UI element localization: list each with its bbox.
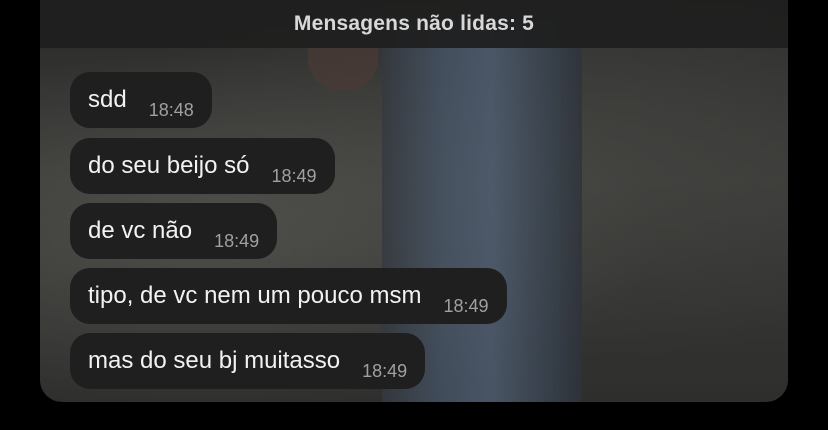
message-text: tipo, de vc nem um pouco msm (88, 282, 422, 309)
unread-messages-label: Mensagens não lidas: 5 (293, 12, 535, 35)
message-time: 18:48 (148, 99, 194, 120)
message-text: de vc não (88, 217, 193, 244)
message-bubble[interactable]: de vc não 18:49 (70, 203, 278, 259)
message-time: 18:49 (214, 230, 260, 251)
message-bubble[interactable]: tipo, de vc nem um pouco msm 18:49 (70, 268, 507, 324)
message-time: 18:49 (443, 295, 489, 316)
message-time: 18:49 (271, 165, 317, 186)
message-time: 18:49 (362, 360, 408, 381)
message-text: mas do seu bj muitasso (88, 347, 341, 374)
chat-panel[interactable]: Mensagens não lidas: 5 sdd 18:48 do seu … (40, 0, 788, 402)
message-bubble[interactable]: mas do seu bj muitasso 18:49 (70, 333, 426, 389)
message-text: sdd (88, 86, 127, 113)
message-bubble[interactable]: sdd 18:48 (70, 72, 212, 128)
message-bubble[interactable]: do seu beijo só 18:49 (70, 138, 335, 194)
message-text: do seu beijo só (88, 152, 250, 179)
unread-messages-banner: Mensagens não lidas: 5 (40, 0, 788, 48)
